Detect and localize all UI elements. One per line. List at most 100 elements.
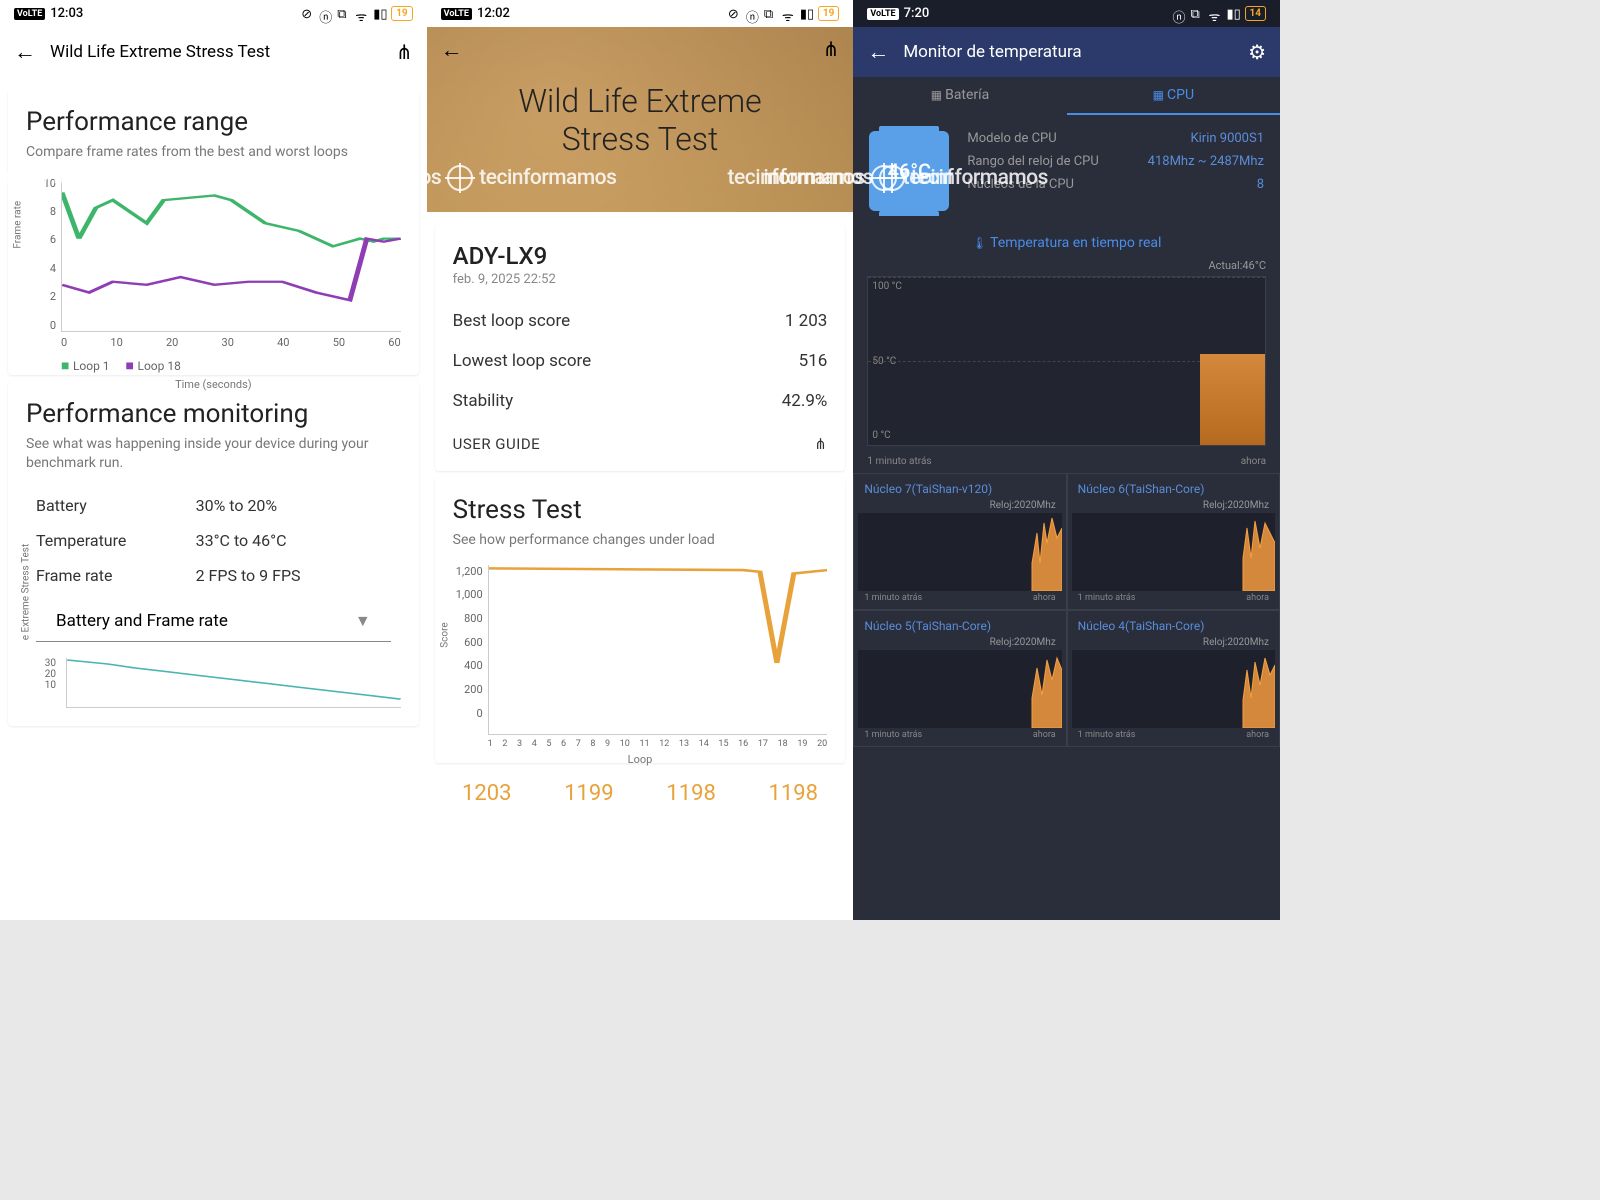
x-axis-label: Loop <box>453 753 828 766</box>
core-name: Núcleo 6(TaiShan-Core) <box>1072 478 1275 500</box>
bluetooth-icon: ⧉ <box>1191 7 1204 20</box>
frame-rate-chart: Frame rate 1086420 0102030405060 Loop 1L… <box>26 177 401 357</box>
test-date: feb. 9, 2025 22:52 <box>453 272 828 287</box>
tab-cpu[interactable]: CPU <box>1067 77 1280 115</box>
actual-temp-label: Actual:46°C <box>853 259 1280 276</box>
watermark: nformamostecinformamos <box>337 165 617 191</box>
status-icons: ⓝ ⧉ ᯤ ▮▯ 14 <box>1173 6 1266 21</box>
score-2[interactable]: 1199 <box>541 769 637 818</box>
stability-row: Stability42.9% <box>453 381 828 421</box>
core-name: Núcleo 4(TaiShan-Core) <box>1072 615 1275 637</box>
tab-battery[interactable]: Batería <box>853 77 1066 115</box>
nfc-icon: ⓝ <box>319 7 332 20</box>
back-icon[interactable]: ← <box>867 39 889 65</box>
battery-icon: 19 <box>818 6 839 21</box>
phone-1-3dmark-detail: VoLTE12:03 ⊘ ⓝ ⧉ ᯤ ▮▯ 19 ← Wild Life Ext… <box>0 0 427 920</box>
share-icon[interactable]: ⋔ <box>823 37 840 63</box>
user-guide-row[interactable]: USER GUIDE ⋔ <box>453 421 828 453</box>
spec-value: 418Mhz ~ 2487Mhz <box>1148 154 1264 169</box>
core-4: Núcleo 4(TaiShan-Core) Reloj:2020Mhz 1 m… <box>1067 610 1280 747</box>
spec-value: 8 <box>1257 177 1264 192</box>
performance-range-card: Performance range Compare frame rates fr… <box>8 89 419 375</box>
core-7: Núcleo 7(TaiShan-v120) Reloj:2020Mhz 1 m… <box>853 473 1066 610</box>
phone-3-temperature-monitor: VoLTE7:20 ⓝ ⧉ ᯤ ▮▯ 14 ← Monitor de tempe… <box>853 0 1280 920</box>
gear-icon[interactable]: ⚙ <box>1248 40 1266 64</box>
share-icon[interactable]: ⋔ <box>814 435 827 453</box>
y-axis: 1086420 <box>26 177 56 332</box>
best-loop-row: Best loop score1 203 <box>453 301 828 341</box>
score-4[interactable]: 1198 <box>745 769 841 818</box>
card-subtitle: See what was happening inside your devic… <box>26 435 401 474</box>
spec-label: Modelo de CPU <box>967 131 1190 146</box>
core-5: Núcleo 5(TaiShan-Core) Reloj:2020Mhz 1 m… <box>853 610 1066 747</box>
core-clock: Reloj:2020Mhz <box>1072 637 1275 650</box>
back-icon[interactable]: ← <box>14 39 36 65</box>
watermark: nformamostecinformamos <box>0 165 190 191</box>
hero-title-line1: Wild Life Extreme <box>518 82 761 120</box>
wifi-icon: ᯤ <box>355 7 368 20</box>
share-icon[interactable]: ⋔ <box>396 40 413 64</box>
content-scroll[interactable]: Performance range Compare frame rates fr… <box>0 77 427 920</box>
nfc-icon: ⓝ <box>746 7 759 20</box>
stress-chart: Score 1,2001,0008006004002000 1234567891… <box>453 565 828 745</box>
x-axis: 0102030405060 <box>61 332 401 349</box>
content-scroll[interactable]: 46°C Modelo de CPUKirin 9000S1 Rango del… <box>853 115 1280 920</box>
y-axis-label: Score <box>439 622 450 647</box>
card-title: Performance monitoring <box>26 399 401 429</box>
bluetooth-icon: ⧉ <box>764 7 777 20</box>
battery-icon: 14 <box>1245 6 1266 21</box>
core-name: Núcleo 7(TaiShan-v120) <box>858 478 1061 500</box>
core-name: Núcleo 5(TaiShan-Core) <box>858 615 1061 637</box>
battery-chart: e Extreme Stress Test 302010 <box>26 658 401 708</box>
tab-bar: Batería CPU <box>853 77 1280 115</box>
y-axis: 1,2001,0008006004002000 <box>453 565 483 720</box>
chevron-down-icon: ▼ <box>355 611 371 631</box>
hero-title-line2: Stress Test <box>562 120 719 158</box>
app-bar: ← Monitor de temperatura ⚙ <box>853 27 1280 77</box>
status-bar: VoLTE7:20 ⓝ ⧉ ᯤ ▮▯ 14 <box>853 0 1280 27</box>
chart-legend: Loop 1Loop 18 <box>61 357 401 374</box>
watermark: informamostecinformamos <box>763 165 1048 191</box>
card-title: Stress Test <box>453 495 828 525</box>
signal-icon: ▮▯ <box>1227 7 1240 20</box>
wifi-icon: ᯤ <box>782 7 795 20</box>
clock: 12:02 <box>477 6 510 21</box>
score-1[interactable]: 1203 <box>439 769 535 818</box>
signal-icon: ▮▯ <box>373 7 386 20</box>
cpu-cores-grid: Núcleo 7(TaiShan-v120) Reloj:2020Mhz 1 m… <box>853 473 1280 747</box>
card-subtitle: Compare frame rates from the best and wo… <box>26 143 401 163</box>
score-3[interactable]: 1198 <box>643 769 739 818</box>
app-bar: ← Wild Life Extreme Stress Test ⋔ <box>0 27 427 77</box>
status-bar: VoLTE12:03 ⊘ ⓝ ⧉ ᯤ ▮▯ 19 <box>0 0 427 27</box>
x-axis-label: Time (seconds) <box>26 378 401 391</box>
clock: 12:03 <box>50 6 83 21</box>
temp-fill <box>1200 354 1265 445</box>
cast-icon: ⊘ <box>301 7 314 20</box>
user-guide-label: USER GUIDE <box>453 435 541 453</box>
device-name: ADY-LX9 <box>453 242 828 270</box>
spec-value: Kirin 9000S1 <box>1190 131 1264 146</box>
core-6: Núcleo 6(TaiShan-Core) Reloj:2020Mhz 1 m… <box>1067 473 1280 610</box>
realtime-temp-header: Temperatura en tiempo real <box>853 227 1280 259</box>
volte-icon: VoLTE <box>867 8 898 20</box>
battery-row: Battery30% to 20% <box>26 488 401 523</box>
volte-icon: VoLTE <box>441 8 472 20</box>
content-scroll[interactable]: ADY-LX9 feb. 9, 2025 22:52 Best loop sco… <box>427 212 854 920</box>
page-title: Wild Life Extreme Stress Test <box>50 42 382 62</box>
signal-icon: ▮▯ <box>800 7 813 20</box>
temperature-chart: 100 °C50 °C0 °C <box>867 276 1266 446</box>
temperature-row: Temperature33°C to 46°C <box>26 523 401 558</box>
metric-dropdown[interactable]: Battery and Frame rate ▼ <box>36 601 391 642</box>
bluetooth-icon: ⧉ <box>337 7 350 20</box>
core-clock: Reloj:2020Mhz <box>1072 500 1275 513</box>
back-icon[interactable]: ← <box>441 37 463 63</box>
dropdown-label: Battery and Frame rate <box>56 611 228 631</box>
core-clock: Reloj:2020Mhz <box>858 637 1061 650</box>
card-title: Performance range <box>26 107 401 137</box>
page-title: Monitor de temperatura <box>903 42 1234 62</box>
time-axis-labels: 1 minuto atrásahora <box>853 454 1280 473</box>
loop-scores-row: 1203 1199 1198 1198 <box>433 769 848 818</box>
nfc-icon: ⓝ <box>1173 7 1186 20</box>
core-clock: Reloj:2020Mhz <box>858 500 1061 513</box>
card-subtitle: See how performance changes under load <box>453 531 828 551</box>
